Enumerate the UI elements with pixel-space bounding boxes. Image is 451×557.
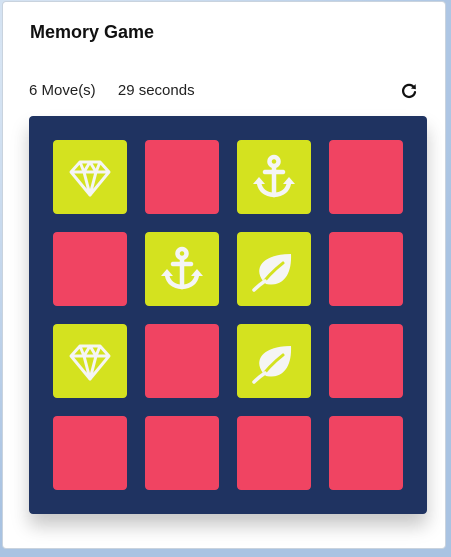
timer-display: 29 seconds [117, 82, 195, 99]
card-hidden[interactable] [53, 232, 127, 306]
card-revealed-diamond[interactable] [53, 324, 127, 398]
diamond-icon [69, 160, 111, 197]
score-panel: 6 Move(s) 29 seconds [29, 82, 195, 99]
card-hidden[interactable] [329, 232, 403, 306]
card-hidden[interactable] [329, 324, 403, 398]
anchor-icon [161, 246, 203, 290]
card-revealed-leaf[interactable] [237, 324, 311, 398]
restart-icon [402, 83, 417, 99]
memory-game-panel: Memory Game 6 Move(s) 29 seconds [2, 1, 446, 549]
anchor-icon [253, 154, 295, 198]
diamond-icon [69, 344, 111, 381]
leaf-icon [252, 346, 292, 384]
restart-button[interactable] [400, 82, 418, 100]
card-deck [29, 116, 427, 514]
game-title: Memory Game [30, 22, 155, 42]
card-hidden[interactable] [145, 324, 219, 398]
card-hidden[interactable] [237, 416, 311, 490]
moves-counter: 6 Move(s) [29, 82, 96, 99]
card-hidden[interactable] [329, 416, 403, 490]
card-revealed-anchor[interactable] [237, 140, 311, 214]
card-hidden[interactable] [145, 416, 219, 490]
leaf-icon [252, 254, 292, 292]
card-revealed-diamond[interactable] [53, 140, 127, 214]
card-revealed-anchor[interactable] [145, 232, 219, 306]
card-revealed-leaf[interactable] [237, 232, 311, 306]
card-hidden[interactable] [53, 416, 127, 490]
card-hidden[interactable] [145, 140, 219, 214]
card-hidden[interactable] [329, 140, 403, 214]
